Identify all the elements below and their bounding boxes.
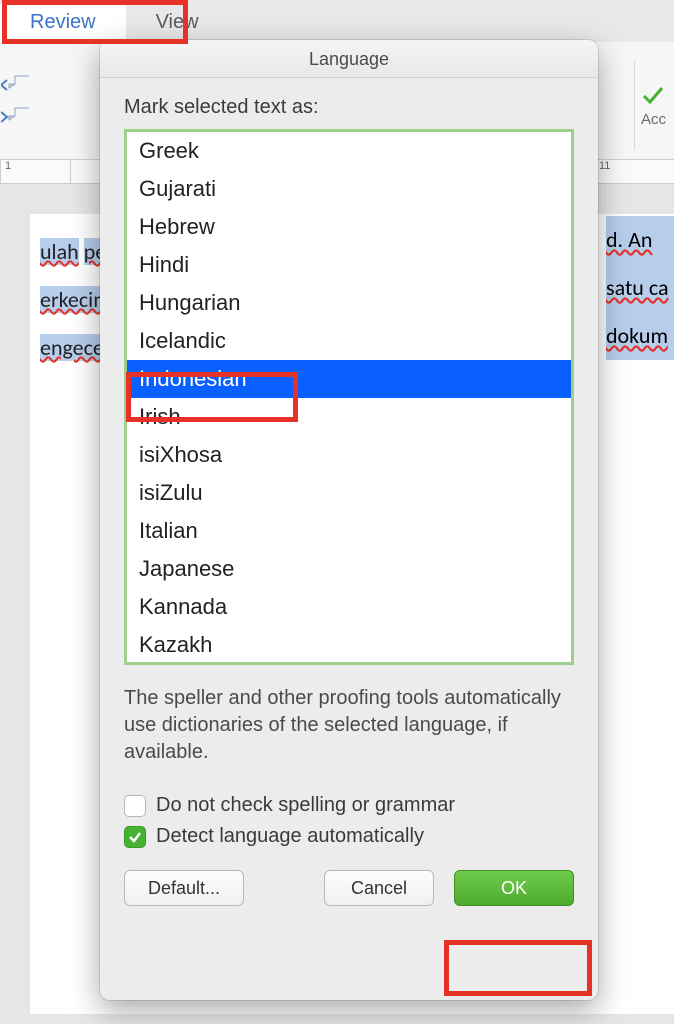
doc-text-line1: ulah	[40, 238, 79, 265]
language-option-isizulu[interactable]: isiZulu	[127, 474, 571, 512]
language-dialog: Language Mark selected text as: GreekGuj…	[100, 40, 598, 1000]
cancel-button[interactable]: Cancel	[324, 870, 434, 906]
info-text: The speller and other proofing tools aut…	[124, 685, 574, 766]
language-option-kazakh[interactable]: Kazakh	[127, 626, 571, 664]
language-option-greek[interactable]: Greek	[127, 132, 571, 170]
language-listbox[interactable]: GreekGujaratiHebrewHindiHungarianIceland…	[124, 129, 574, 665]
checkbox-detect-row[interactable]: Detect language automatically	[124, 825, 574, 848]
checkbox-detect[interactable]	[124, 826, 146, 848]
doc-text-right: d. An satu ca dokum	[606, 216, 674, 360]
ribbon-group-comments: ve	[0, 71, 32, 131]
ok-button[interactable]: OK	[454, 870, 574, 906]
language-option-hebrew[interactable]: Hebrew	[127, 208, 571, 246]
comment-prev-icon[interactable]	[0, 71, 32, 99]
prompt-label: Mark selected text as:	[124, 96, 574, 119]
checkbox-no-spellcheck-row[interactable]: Do not check spelling or grammar	[124, 794, 574, 817]
default-button[interactable]: Default...	[124, 870, 244, 906]
comment-next-icon[interactable]	[0, 103, 32, 131]
dialog-button-row: Default... Cancel OK	[124, 870, 574, 906]
checkbox-no-spellcheck[interactable]	[124, 795, 146, 817]
language-option-gujarati[interactable]: Gujarati	[127, 170, 571, 208]
tab-view[interactable]: View	[126, 3, 229, 42]
language-option-isixhosa[interactable]: isiXhosa	[127, 436, 571, 474]
ribbon-group-accessibility: Acc	[634, 60, 674, 150]
language-option-hindi[interactable]: Hindi	[127, 246, 571, 284]
language-option-kannada[interactable]: Kannada	[127, 588, 571, 626]
checkbox-detect-label: Detect language automatically	[156, 825, 424, 848]
ribbon-tabbar: Review View	[0, 0, 674, 42]
checkmark-icon	[641, 83, 665, 107]
language-option-irish[interactable]: Irish	[127, 398, 571, 436]
language-option-hungarian[interactable]: Hungarian	[127, 284, 571, 322]
tab-review[interactable]: Review	[0, 3, 126, 42]
language-option-indonesian[interactable]: Indonesian	[127, 360, 571, 398]
checkbox-no-spellcheck-label: Do not check spelling or grammar	[156, 794, 455, 817]
ribbon-label-acc: Acc	[641, 111, 666, 128]
dialog-title: Language	[100, 40, 598, 78]
language-option-italian[interactable]: Italian	[127, 512, 571, 550]
language-option-japanese[interactable]: Japanese	[127, 550, 571, 588]
language-option-icelandic[interactable]: Icelandic	[127, 322, 571, 360]
